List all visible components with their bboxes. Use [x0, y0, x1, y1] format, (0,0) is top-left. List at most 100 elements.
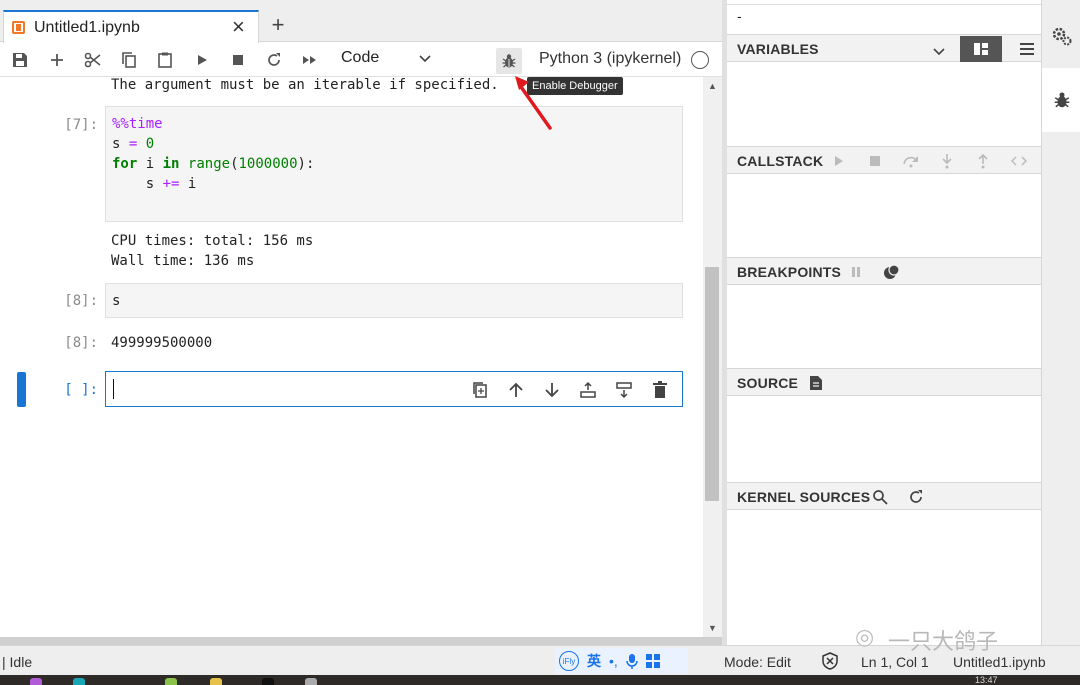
punctuation-icon[interactable]: •, [609, 653, 618, 669]
notebook-panel: Untitled1.ipynb × + Code Python 3 (ipyke… [0, 0, 722, 645]
restart-run-all-button[interactable] [298, 48, 322, 72]
trash-icon [653, 381, 667, 398]
run-button[interactable] [190, 48, 214, 72]
insert-cell-below-button[interactable] [612, 378, 636, 402]
tab-untitled1[interactable]: Untitled1.ipynb × [3, 10, 259, 43]
section-title: BREAKPOINTS [737, 264, 842, 280]
kernel-sources-section-header[interactable]: KERNEL SOURCES [727, 482, 1041, 510]
grid-icon[interactable] [645, 654, 660, 668]
ime-logo-icon[interactable]: iFly [559, 651, 579, 671]
scroll-up-arrow[interactable]: ▲ [708, 81, 717, 91]
move-cell-down-button[interactable] [540, 378, 564, 402]
taskbar-app-icon[interactable] [305, 678, 317, 685]
close-icon[interactable]: × [232, 14, 245, 40]
insert-cell-above-button[interactable] [576, 378, 600, 402]
input-prompt: [ ]: [64, 382, 98, 398]
code-cell-input[interactable]: s [105, 283, 683, 318]
section-title: KERNEL SOURCES [737, 489, 871, 505]
input-prompt: [7]: [64, 117, 98, 133]
notebook-scrollbar[interactable]: ▲ ▼ [703, 77, 722, 637]
ime-language-toggle[interactable]: 英 [587, 651, 601, 671]
cursor-position[interactable]: Ln 1, Col 1 [861, 654, 929, 670]
output-value: 499999500000 [111, 335, 213, 351]
breakpoints-section-header[interactable]: BREAKPOINTS [727, 257, 1041, 285]
debugger-tab[interactable] [1042, 68, 1080, 132]
fast-forward-icon [303, 56, 316, 64]
pause-on-exceptions-button[interactable] [845, 262, 867, 282]
gears-icon [1052, 27, 1071, 46]
step-out-button[interactable] [972, 151, 994, 171]
callstack-section-header[interactable]: CALLSTACK [727, 146, 1041, 174]
insert-cell-button[interactable] [45, 48, 69, 72]
move-cell-up-button[interactable] [504, 378, 528, 402]
duplicate-cell-button[interactable] [468, 378, 492, 402]
remove-breakpoints-button[interactable] [881, 262, 903, 282]
restart-button[interactable] [262, 48, 286, 72]
kernel-status-indicator [691, 51, 709, 69]
section-title: CALLSTACK [737, 153, 824, 169]
save-button[interactable] [8, 48, 32, 72]
shield-icon[interactable] [821, 652, 839, 670]
horizontal-scrollbar[interactable] [0, 637, 722, 645]
variables-section-header[interactable]: VARIABLES [727, 34, 1041, 62]
active-cell-indicator [17, 372, 26, 407]
taskbar-app-icon[interactable] [210, 678, 222, 685]
filter-button[interactable] [869, 487, 891, 507]
microphone-icon[interactable] [626, 653, 638, 669]
property-inspector-tab[interactable] [1042, 4, 1080, 68]
callstack-tools [828, 151, 1030, 171]
kernel-sources-tools [869, 487, 927, 507]
list-icon [1020, 43, 1034, 55]
cell-type-select[interactable]: Code [341, 49, 379, 67]
terminate-button[interactable] [864, 151, 886, 171]
refresh-button[interactable] [905, 487, 927, 507]
delete-cell-button[interactable] [648, 378, 672, 402]
copy-button[interactable] [117, 48, 141, 72]
arrow-up-icon [509, 382, 523, 397]
tree-view-button[interactable] [960, 36, 1002, 62]
pause-icon [852, 267, 860, 277]
code-line: s [112, 293, 121, 309]
cut-button[interactable] [81, 48, 105, 72]
plus-icon [51, 54, 63, 66]
os-taskbar: 13:47 [0, 675, 1080, 685]
taskbar-app-icon[interactable] [30, 678, 42, 685]
source-section-header[interactable]: SOURCE [727, 368, 1041, 396]
output-line: Wall time: 136 ms [111, 253, 255, 269]
taskbar-app-icon[interactable] [165, 678, 177, 685]
debugger-title: - [737, 8, 742, 24]
taskbar-app-icon[interactable] [73, 678, 85, 685]
open-in-main-area-button[interactable] [805, 373, 827, 393]
tree-view-icon [974, 43, 988, 55]
code-cell-input[interactable]: %%time s = 0 for i in range(1000000): s … [105, 106, 683, 222]
step-over-button[interactable] [900, 151, 922, 171]
scroll-down-arrow[interactable]: ▼ [708, 623, 717, 633]
chevron-down-icon[interactable] [418, 52, 432, 66]
taskbar-app-icon[interactable] [262, 678, 274, 685]
interrupt-button[interactable] [226, 48, 250, 72]
active-code-cell-input[interactable] [105, 371, 683, 407]
step-in-button[interactable] [936, 151, 958, 171]
text-cursor [113, 379, 114, 399]
right-sidebar [1041, 0, 1080, 645]
table-view-button[interactable] [1016, 39, 1038, 59]
cells-area: The argument must be an iterable if spec… [0, 77, 703, 635]
truncated-output: The argument must be an iterable if spec… [111, 77, 499, 93]
editor-mode[interactable]: Mode: Edit [724, 654, 791, 670]
paste-button[interactable] [153, 48, 177, 72]
kernel-idle-status: | Idle [2, 654, 33, 670]
add-tab-button[interactable]: + [265, 12, 291, 38]
continue-button[interactable] [828, 151, 850, 171]
code-line: s = 0 [112, 136, 155, 152]
kernel-name[interactable]: Python 3 (ipykernel) [539, 50, 681, 68]
variables-tools [932, 36, 1038, 62]
scrollbar-thumb[interactable] [705, 267, 719, 501]
chevron-down-icon[interactable] [932, 45, 946, 59]
step-over-icon [903, 156, 918, 168]
duplicate-icon [473, 382, 487, 398]
tab-bar: Untitled1.ipynb × + [0, 0, 722, 43]
section-title: SOURCE [737, 375, 799, 391]
bug-icon [502, 54, 516, 68]
evaluate-code-button[interactable] [1008, 151, 1030, 171]
stop-icon [870, 156, 880, 166]
